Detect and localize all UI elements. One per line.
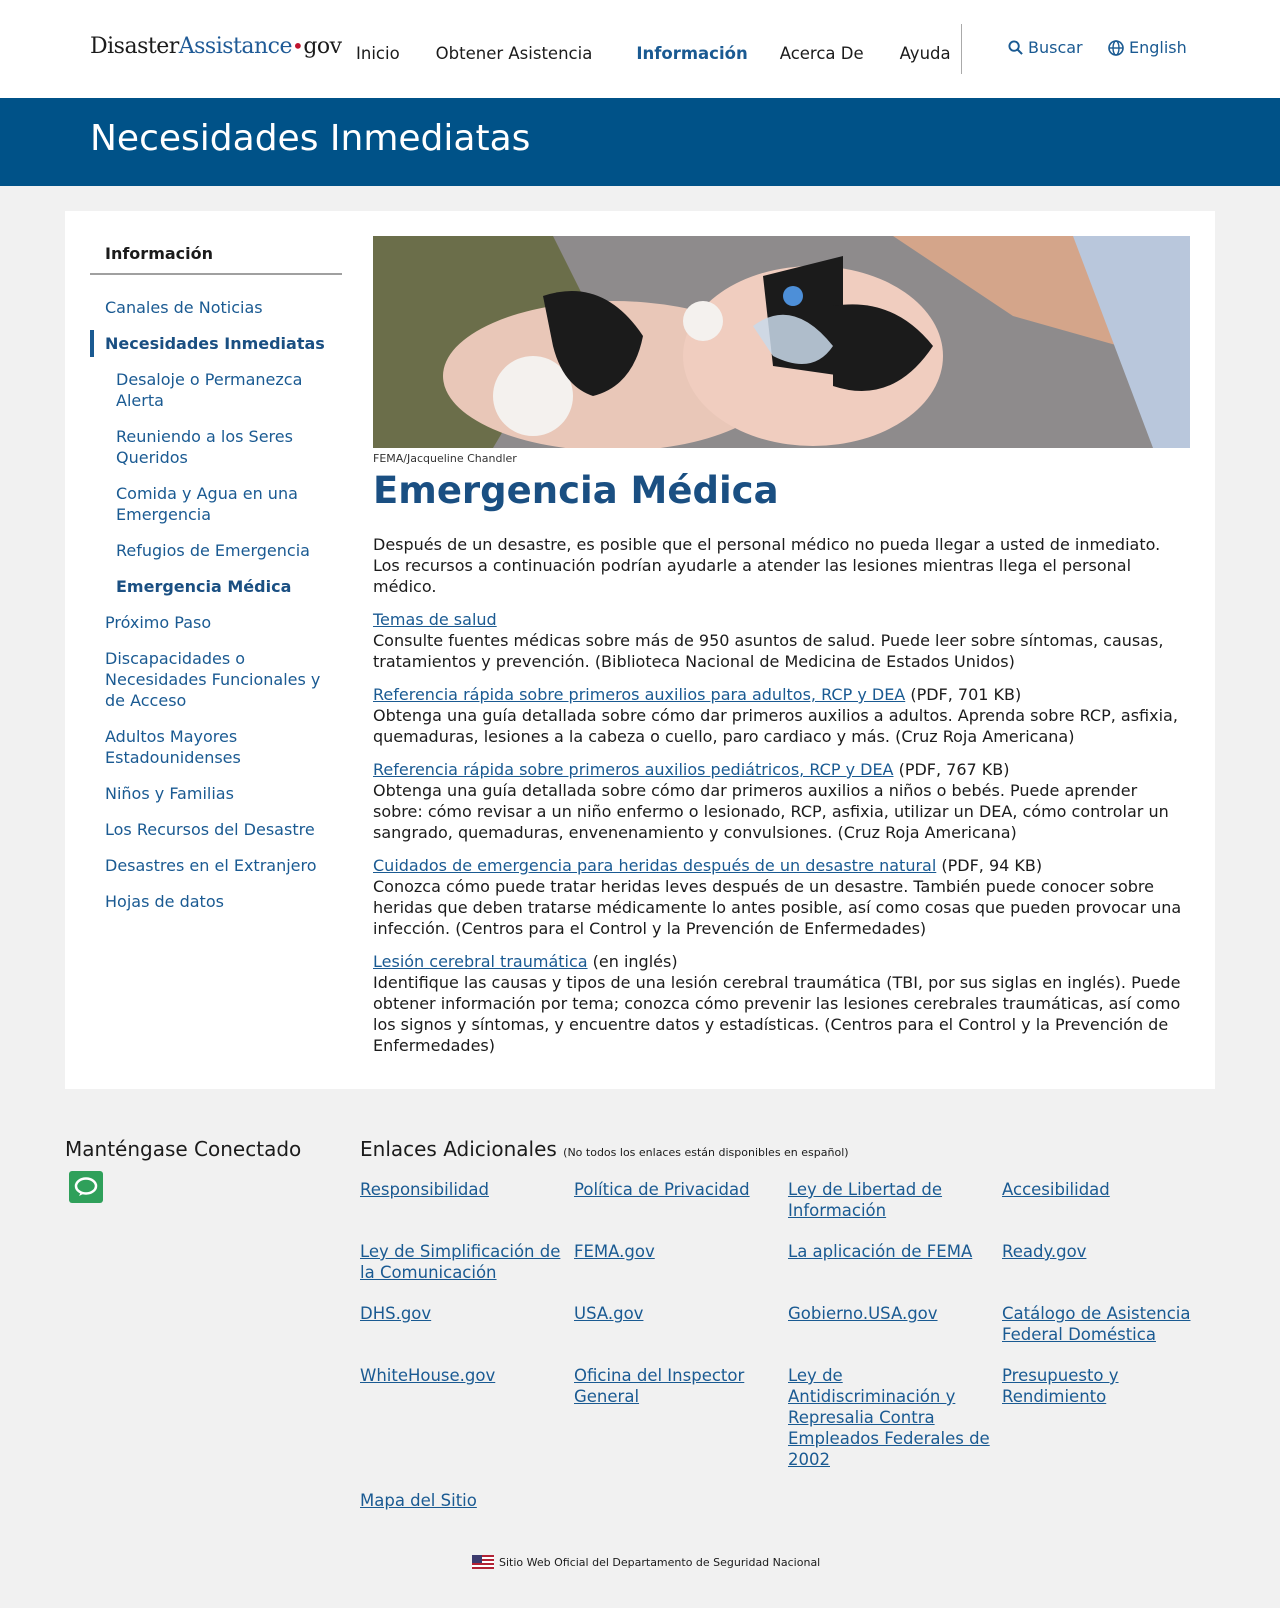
logo-part-disaster: Disaster — [90, 34, 179, 59]
sidebar-item-necesidades[interactable]: Necesidades Inmediatas — [90, 330, 342, 357]
section-title: Emergencia Médica — [373, 469, 779, 512]
nav-ayuda[interactable]: Ayuda — [900, 44, 951, 63]
resource-item: Cuidados de emergencia para heridas desp… — [373, 855, 1190, 939]
photo-credit: FEMA/Jacqueline Chandler — [373, 452, 517, 465]
resource-suffix: (PDF, 767 KB) — [893, 760, 1010, 779]
sidebar-item-ninos[interactable]: Niños y Familias — [90, 783, 342, 804]
search-icon — [1008, 40, 1023, 55]
footer-link[interactable]: La aplicación de FEMA — [788, 1241, 1002, 1283]
resource-description: Identifique las causas y tipos de una le… — [373, 973, 1181, 1055]
resource-link-adultos-rcp[interactable]: Referencia rápida sobre primeros auxilio… — [373, 685, 905, 704]
additional-links-title: Enlaces Adicionales — [360, 1137, 557, 1161]
footer-link[interactable]: Política de Privacidad — [574, 1179, 788, 1221]
resource-description: Consulte fuentes médicas sobre más de 95… — [373, 631, 1164, 671]
resource-item: Temas de salud Consulte fuentes médicas … — [373, 609, 1190, 672]
sidebar: Información Canales de Noticias Necesida… — [90, 236, 342, 927]
sidebar-list: Canales de Noticias Necesidades Inmediat… — [90, 297, 342, 912]
site-logo[interactable]: DisasterAssistance•gov — [90, 34, 342, 59]
sidebar-item-reuniendo[interactable]: Reuniendo a los Seres Queridos — [90, 426, 342, 468]
footer-link[interactable]: WhiteHouse.gov — [360, 1365, 574, 1470]
search-label: Buscar — [1028, 38, 1083, 57]
footer-link[interactable]: Ley de Simplificación de la Comunicación — [360, 1241, 574, 1283]
sidebar-item-comida[interactable]: Comida y Agua en una Emergencia — [90, 483, 342, 525]
footer-link[interactable]: Ready.gov — [1002, 1241, 1216, 1283]
sidebar-item-extranjero[interactable]: Desastres en el Extranjero — [90, 855, 342, 876]
site-header: DisasterAssistance•gov Inicio Obtener As… — [0, 0, 1280, 98]
sidebar-heading: Información — [90, 236, 342, 275]
main-nav: Inicio Obtener Asistencia Información Ac… — [356, 44, 987, 63]
resource-item: Referencia rápida sobre primeros auxilio… — [373, 759, 1190, 843]
footer-link[interactable]: Oficina del Inspector General — [574, 1365, 788, 1470]
language-label: English — [1129, 38, 1187, 57]
sidebar-item-proximo-paso[interactable]: Próximo Paso — [90, 612, 342, 633]
additional-links-note: (No todos los enlaces están disponibles … — [563, 1146, 849, 1159]
footer-link[interactable]: DHS.gov — [360, 1303, 574, 1345]
nav-acerca-de[interactable]: Acerca De — [780, 44, 864, 63]
globe-icon — [1108, 39, 1124, 56]
official-site-notice: Sitio Web Oficial del Departamento de Se… — [472, 1555, 820, 1569]
footer-link[interactable]: Gobierno.USA.gov — [788, 1303, 1002, 1345]
resource-link-temas-salud[interactable]: Temas de salud — [373, 610, 497, 629]
resource-link-pediatricos-rcp[interactable]: Referencia rápida sobre primeros auxilio… — [373, 760, 894, 779]
sidebar-item-emergencia-medica[interactable]: Emergencia Médica — [90, 576, 342, 597]
resource-link-lesion-cerebral[interactable]: Lesión cerebral traumática — [373, 952, 588, 971]
resource-item: Lesión cerebral traumática (en inglés) I… — [373, 951, 1190, 1056]
additional-links-heading: Enlaces Adicionales (No todos los enlace… — [360, 1137, 849, 1161]
stay-connected-heading: Manténgase Conectado — [65, 1137, 302, 1161]
footer-link[interactable]: Accesibilidad — [1002, 1179, 1216, 1221]
resource-link-heridas[interactable]: Cuidados de emergencia para heridas desp… — [373, 856, 936, 875]
us-flag-icon — [472, 1555, 494, 1569]
nav-divider — [961, 24, 962, 74]
sidebar-item-canales[interactable]: Canales de Noticias — [90, 297, 342, 318]
page-title: Necesidades Inmediatas — [90, 118, 531, 159]
resource-suffix: (en inglés) — [587, 952, 678, 971]
sidebar-item-recursos[interactable]: Los Recursos del Desastre — [90, 819, 342, 840]
resource-item: Referencia rápida sobre primeros auxilio… — [373, 684, 1190, 747]
footer-link[interactable]: USA.gov — [574, 1303, 788, 1345]
main-content: FEMA/Jacqueline Chandler Emergencia Médi… — [373, 236, 1190, 1068]
footer-link[interactable]: Mapa del Sitio — [360, 1490, 574, 1511]
sidebar-item-refugios[interactable]: Refugios de Emergencia — [90, 540, 342, 561]
sidebar-item-discapacidades[interactable]: Discapacidades o Necesidades Funcionales… — [90, 648, 342, 711]
sidebar-item-hojas[interactable]: Hojas de datos — [90, 891, 342, 912]
resource-description: Obtenga una guía detallada sobre cómo da… — [373, 706, 1178, 746]
logo-part-assistance: Assistance — [178, 34, 293, 59]
intro-text: Después de un desastre, es posible que e… — [373, 535, 1161, 596]
resource-description: Conozca cómo puede tratar heridas leves … — [373, 877, 1182, 938]
footer-link[interactable]: Responsibilidad — [360, 1179, 574, 1221]
logo-dot: • — [292, 34, 304, 58]
footer-link[interactable]: FEMA.gov — [574, 1241, 788, 1283]
footer-link[interactable]: Ley de Antidiscriminación y Represalia C… — [788, 1365, 1002, 1470]
chat-button[interactable] — [69, 1171, 103, 1203]
official-site-text: Sitio Web Oficial del Departamento de Se… — [499, 1555, 821, 1569]
language-link[interactable]: English — [1108, 38, 1187, 57]
resource-suffix: (PDF, 94 KB) — [936, 856, 1043, 875]
sidebar-item-desaloje[interactable]: Desaloje o Permanezca Alerta — [90, 369, 342, 411]
nav-inicio[interactable]: Inicio — [356, 44, 400, 63]
footer-links-grid: Responsibilidad Política de Privacidad L… — [360, 1179, 1220, 1511]
cpr-photo — [373, 236, 1190, 448]
nav-obtener-asistencia[interactable]: Obtener Asistencia — [436, 44, 593, 63]
footer-link[interactable]: Ley de Libertad de Información — [788, 1179, 1002, 1221]
chat-bubble-icon — [74, 1177, 98, 1196]
page-banner: Necesidades Inmediatas — [0, 98, 1280, 186]
sidebar-item-adultos[interactable]: Adultos Mayores Estadounidenses — [90, 726, 342, 768]
logo-part-gov: gov — [303, 34, 342, 59]
hero-image — [373, 236, 1190, 448]
resource-description: Obtenga una guía detallada sobre cómo da… — [373, 781, 1169, 842]
resource-suffix: (PDF, 701 KB) — [905, 685, 1022, 704]
nav-informacion[interactable]: Información — [636, 44, 747, 63]
footer-link[interactable]: Catálogo de Asistencia Federal Doméstica — [1002, 1303, 1216, 1345]
search-link[interactable]: Buscar — [1008, 38, 1083, 57]
main-card: Información Canales de Noticias Necesida… — [65, 211, 1215, 1089]
footer-link[interactable]: Presupuesto y Rendimiento — [1002, 1365, 1216, 1470]
